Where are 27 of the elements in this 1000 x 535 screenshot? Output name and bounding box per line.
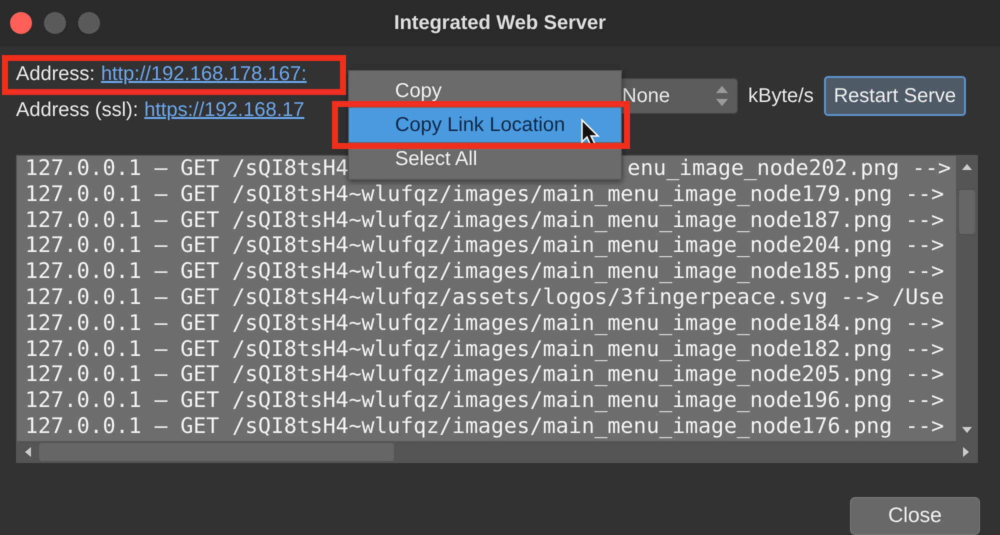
log-line: 127.0.0.1 – GET /sQI8tsH4~wlufqz/images/main_menu_image_node185.png --> (25, 259, 944, 284)
minimize-icon[interactable] (44, 12, 66, 34)
log-line: 127.0.0.1 – GET /sQI8tsH4~wlufqz/images/main_menu_image_node179.png --> (25, 182, 944, 207)
horizontal-scrollbar[interactable] (17, 441, 977, 462)
log-line: 127.0.0.1 – GET /sQI8tsH4~wlufqz/images/main_menu_image_node205.png --> (25, 362, 944, 388)
log-line: 127.0.0.1 – GET /sQI8tsH4~wlufqz/assets/logos/3fingerpeace.svg --> /Use (25, 284, 944, 310)
address-link[interactable]: http://192.168.178.167: (100, 62, 307, 86)
menu-item[interactable]: Copy Link Location (349, 108, 621, 142)
log-line: 127.0.0.1 – GET /sQI8tsH4~wlufqz/images/main_menu_image_node184.png --> (25, 310, 944, 336)
vertical-scrollbar[interactable] (956, 156, 977, 441)
unit-label: kByte/s (748, 84, 814, 108)
close-window-icon[interactable] (10, 12, 32, 34)
scroll-thumb[interactable] (39, 442, 394, 460)
log-line: 127.0.0.1 – GET /sQI8tsH4~wlufqz/images/main_menu_image_node176.png --> (25, 414, 944, 439)
restart-server-button[interactable]: Restart Serve (824, 76, 966, 116)
log-line: enu_image_node202.png --> (627, 156, 951, 182)
address-label: Address: (16, 62, 95, 86)
log-line: 127.0.0.1 – GET /sQI8tsH4 (25, 156, 349, 182)
log-line: 127.0.0.1 – GET /sQI8tsH4~wlufqz/images/main_menu_image_node204.png --> (25, 233, 944, 258)
close-button[interactable]: Close (850, 497, 980, 535)
window-title: Integrated Web Server (394, 12, 606, 34)
log-line: 127.0.0.1 – GET /sQI8tsH4~wlufqz/images/main_menu_image_node182.png --> (25, 336, 944, 362)
zoom-icon[interactable] (78, 12, 100, 34)
log-line: 127.0.0.1 – GET /sQI8tsH4~wlufqz/images/main_menu_image_node196.png --> (25, 388, 944, 414)
log-line: 127.0.0.1 – GET /sQI8tsH4~wlufqz/images/main_menu_image_node187.png --> (25, 208, 944, 233)
ssl-address-label: Address (ssl): (16, 98, 138, 122)
ssl-address-link[interactable]: https://192.168.17 (144, 98, 304, 122)
